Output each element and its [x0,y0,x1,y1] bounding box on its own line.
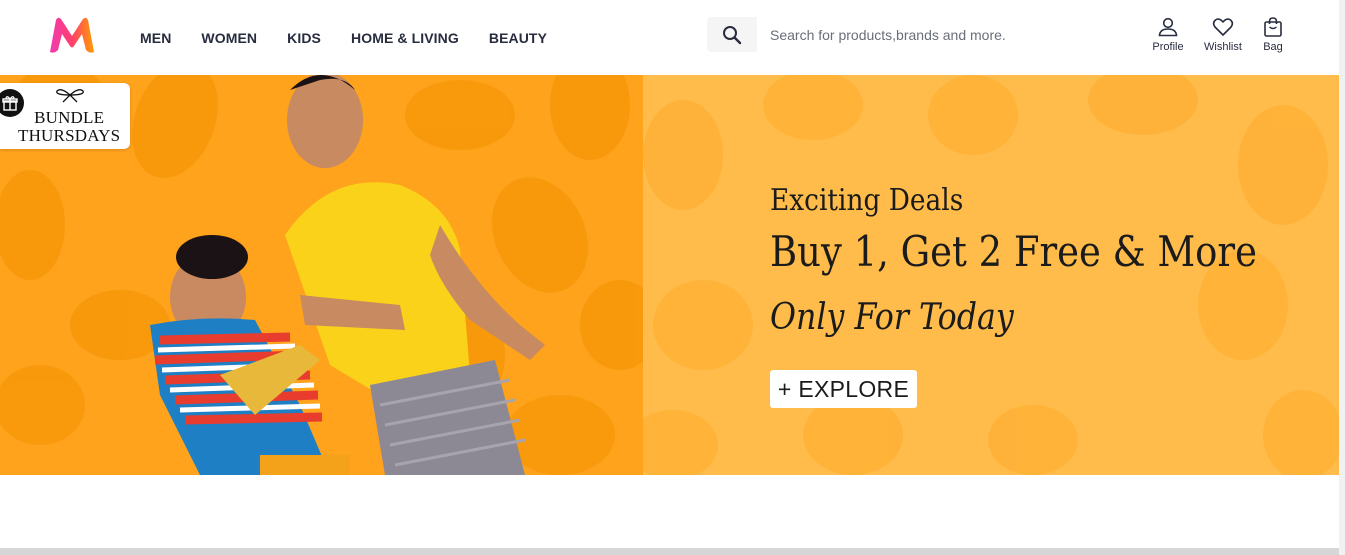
explore-button[interactable]: + EXPLORE [770,370,917,408]
vertical-scrollbar[interactable] [1339,0,1345,555]
banner-headline-2: Buy 1, Get 2 Free & More [770,227,1257,276]
badge-line-2: THURSDAYS [18,126,121,145]
bag-button[interactable]: Bag [1258,17,1288,53]
wishlist-button[interactable]: Wishlist [1200,17,1246,53]
bag-icon [1264,17,1282,37]
search-button[interactable] [707,17,757,52]
promo-banner[interactable]: BUNDLE THURSDAYS Exciting Deals Buy 1, G… [0,75,1339,475]
search-bar [707,17,1127,52]
ribbon-bow-icon [56,89,84,103]
profile-button[interactable]: Profile [1148,17,1188,53]
search-icon [723,25,742,44]
banner-headline-1: Exciting Deals [770,183,964,218]
nav-item-beauty[interactable]: BEAUTY [489,30,547,46]
search-input[interactable] [757,17,1127,52]
nav-item-kids[interactable]: KIDS [287,30,321,46]
heart-icon [1212,18,1234,36]
banner-text-panel: Exciting Deals Buy 1, Get 2 Free & More … [643,75,1339,475]
bundle-thursdays-badge: BUNDLE THURSDAYS [0,83,130,149]
banner-headline-3: Only For Today [770,297,1014,338]
profile-label: Profile [1152,41,1184,53]
badge-text: BUNDLE THURSDAYS [18,109,120,145]
wishlist-label: Wishlist [1204,41,1242,53]
banner-photo-panel: BUNDLE THURSDAYS [0,75,643,475]
nav-item-women[interactable]: WOMEN [201,30,257,46]
horizontal-scrollbar[interactable] [0,548,1339,555]
badge-line-1: BUNDLE [34,108,105,127]
myntra-logo[interactable] [46,16,98,54]
main-nav: MEN WOMEN KIDS HOME & LIVING BEAUTY [140,0,577,75]
profile-icon [1158,17,1178,37]
nav-item-men[interactable]: MEN [140,30,171,46]
header-actions: Profile Wishlist Bag [1148,17,1288,53]
nav-item-home-living[interactable]: HOME & LIVING [351,30,459,46]
top-header: MEN WOMEN KIDS HOME & LIVING BEAUTY Prof… [0,0,1340,75]
bag-label: Bag [1263,41,1283,53]
